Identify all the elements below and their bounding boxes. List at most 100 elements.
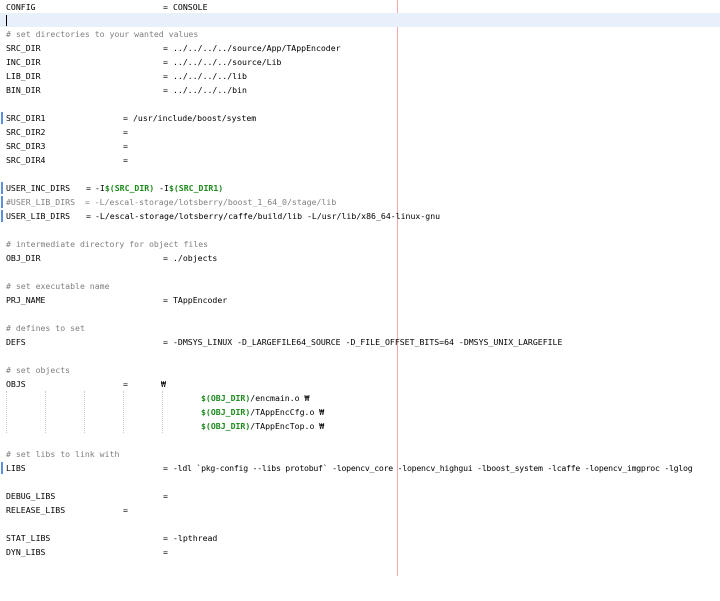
assign-operator: = [123,141,128,151]
assign-operator: = [163,463,168,473]
variable-name: SRC_DIR4 [6,155,46,165]
assign-operator: = [123,155,128,165]
assign-operator: = [163,337,168,347]
variable-value: -lpthread [173,533,218,543]
variable-value: TAppEncoder [173,295,228,305]
text-cursor [6,15,7,26]
comment-text: # set libs to link with [6,449,120,459]
modified-line-marker [1,196,3,208]
modified-line-marker [1,182,3,194]
comment-line[interactable]: # set libs to link with [0,447,720,461]
variable-name: USER_LIB_DIRS [6,211,71,221]
code-line-src-dir4[interactable]: SRC_DIR4 = [0,153,720,167]
variable-value: -ldl `pkg-config --libs protobuf` -lopen… [173,463,693,473]
variable-name: SRC_DIR1 [6,113,46,123]
comment-line[interactable]: # defines to set [0,321,720,335]
assign-operator: = [163,85,168,95]
variable-name: INC_DIR [6,57,41,67]
object-entry: $(OBJ_DIR)/encmain.o ₩ [201,391,309,405]
comment-line[interactable]: # intermediate directory for object file… [0,237,720,251]
comment-text: #USER_LIB_DIRS = -L/escal-storage/lotsbe… [6,197,337,207]
code-line-src-dir2[interactable]: SRC_DIR2 = [0,125,720,139]
assign-operator: = [123,127,128,137]
variable-reference: $(SRC_DIR) [104,183,155,193]
include-flag: -I [154,183,169,193]
comment-line[interactable]: # set directories to your wanted values [0,27,720,41]
comment-text: # set objects [6,365,71,375]
object-entry: $(OBJ_DIR)/TAppEncCfg.o ₩ [201,405,324,419]
code-line-obj-dir[interactable]: OBJ_DIR = ./objects [0,251,720,265]
code-line-objs[interactable]: OBJS = ₩ [0,377,720,391]
object-file: /TAppEncCfg.o ₩ [250,407,325,417]
variable-value: -I$(SRC_DIR) -I$(SRC_DIR1) [95,181,223,195]
variable-name: DEBUG_LIBS [6,491,56,501]
variable-name: DEFS [6,337,26,347]
variable-name: OBJS [6,379,26,389]
assign-operator: = [86,183,91,193]
code-line-bin-dir[interactable]: BIN_DIR = ../../../../bin [0,83,720,97]
code-line-inc-dir[interactable]: INC_DIR = ../../../../source/Lib [0,55,720,69]
modified-line-marker [1,462,3,474]
object-file: /TAppEncTop.o ₩ [250,421,325,431]
variable-value: /usr/include/boost/system [133,113,257,123]
variable-name: LIBS [6,463,26,473]
comment-text: # set executable name [6,281,110,291]
comment-text: # set directories to your wanted values [6,29,199,39]
code-line-config[interactable]: CONFIG = CONSOLE [0,0,720,14]
variable-value: -DMSYS_LINUX -D_LARGEFILE64_SOURCE -D_FI… [173,337,563,347]
comment-line[interactable]: # set executable name [0,279,720,293]
variable-reference: $(OBJ_DIR) [201,393,251,403]
variable-name: OBJ_DIR [6,253,41,263]
assign-operator: = [86,211,91,221]
code-line-src-dir[interactable]: SRC_DIR = ../../../../source/App/TAppEnc… [0,41,720,55]
code-line-defs[interactable]: DEFS = -DMSYS_LINUX -D_LARGEFILE64_SOURC… [0,335,720,349]
code-line-obj-top[interactable]: $(OBJ_DIR)/TAppEncTop.o ₩ [0,419,720,433]
variable-value: ../../../../bin [173,85,247,95]
variable-name: SRC_DIR [6,43,41,53]
code-line-user-inc-dirs[interactable]: USER_INC_DIRS = -I$(SRC_DIR) -I$(SRC_DIR… [0,181,720,195]
variable-name: SRC_DIR2 [6,127,46,137]
variable-value: CONSOLE [173,2,208,12]
variable-reference: $(SRC_DIR1) [168,183,224,193]
code-line-src-dir1[interactable]: SRC_DIR1 = /usr/include/boost/system [0,111,720,125]
code-line-release-libs[interactable]: RELEASE_LIBS = [0,503,720,517]
variable-value: ../../../../source/Lib [173,57,282,67]
variable-value: -L/escal-storage/lotsberry/caffe/build/l… [95,211,441,221]
variable-name: SRC_DIR3 [6,141,46,151]
code-line-stat-libs[interactable]: STAT_LIBS = -lpthread [0,531,720,545]
assign-operator: = [163,295,168,305]
comment-line[interactable]: #USER_LIB_DIRS = -L/escal-storage/lotsbe… [0,195,720,209]
code-line-src-dir3[interactable]: SRC_DIR3 = [0,139,720,153]
variable-name: CONFIG [6,2,36,12]
code-line-obj-encmain[interactable]: $(OBJ_DIR)/encmain.o ₩ [0,391,720,405]
comment-line[interactable]: # set objects [0,363,720,377]
assign-operator: = [123,379,128,389]
current-line[interactable] [0,13,720,27]
assign-operator: = [163,57,168,67]
variable-name: STAT_LIBS [6,533,51,543]
modified-line-marker [1,112,3,124]
variable-name: USER_INC_DIRS [6,183,71,193]
variable-name: RELEASE_LIBS [6,505,66,515]
variable-name: LIB_DIR [6,71,41,81]
makefile-editor[interactable]: CONFIG = CONSOLE # set directories to yo… [0,0,720,576]
variable-reference: $(OBJ_DIR) [201,421,251,431]
assign-operator: = [123,113,128,123]
variable-value: ./objects [173,253,218,263]
variable-value: ../../../../source/App/TAppEncoder [173,43,341,53]
variable-name: DYN_LIBS [6,547,46,557]
code-line-prj-name[interactable]: PRJ_NAME = TAppEncoder [0,293,720,307]
comment-text: # defines to set [6,323,85,333]
include-flag: -I [95,183,105,193]
object-file: /encmain.o ₩ [250,393,310,403]
code-line-debug-libs[interactable]: DEBUG_LIBS = [0,489,720,503]
code-line-lib-dir[interactable]: LIB_DIR = ../../../../lib [0,69,720,83]
variable-name: BIN_DIR [6,85,41,95]
code-line-user-lib-dirs[interactable]: USER_LIB_DIRS = -L/escal-storage/lotsber… [0,209,720,223]
code-line-obj-cfg[interactable]: $(OBJ_DIR)/TAppEncCfg.o ₩ [0,405,720,419]
code-line-libs[interactable]: LIBS = -ldl `pkg-config --libs protobuf`… [0,461,720,475]
assign-operator: = [163,71,168,81]
variable-name: PRJ_NAME [6,295,46,305]
code-line-dyn-libs[interactable]: DYN_LIBS = [0,545,720,559]
line-continuation: ₩ [161,379,166,389]
